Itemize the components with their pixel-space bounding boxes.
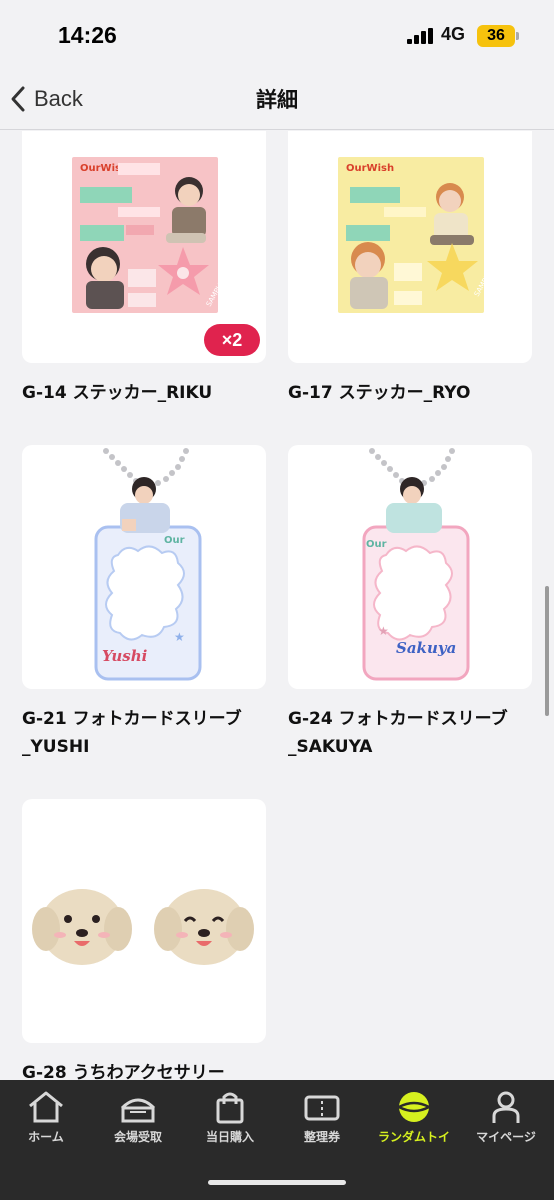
ticket-icon [304, 1095, 340, 1121]
person-icon [492, 1091, 520, 1123]
product-grid: OurWish SAMPLE SAMPLE ×2 G-14 ステッカー_RIKU… [0, 131, 554, 1080]
random-toy-icon [398, 1092, 430, 1122]
battery-nub [516, 32, 519, 40]
tab-label: ホーム [28, 1130, 64, 1144]
product-card[interactable]: Our Sakuya ★ [288, 445, 532, 689]
tab-numbered-ticket[interactable]: 整理券 [276, 1090, 368, 1152]
svg-text:Sakuya: Sakuya [396, 639, 456, 657]
product-name: G-21 フォトカードスリーブ_YUSHI [22, 709, 242, 757]
sticker-sheet-image: OurWish SAMPLE SAMPLE [338, 157, 509, 313]
product-card[interactable] [22, 799, 266, 1043]
network-type: 4G [441, 24, 466, 44]
status-time: 14:26 [58, 22, 117, 48]
page-title: 詳細 [256, 88, 298, 112]
status-bar: 14:26 4G 36 [0, 0, 554, 66]
dog-face-left [32, 889, 132, 965]
product-item-ryo-sticker[interactable]: OurWish SAMPLE SAMPLE G-17 ステッカー_RYO [288, 131, 532, 407]
product-item-sakuya-sleeve[interactable]: Our Sakuya ★ G-24 フォトカードスリーブ_SAKUYA [288, 445, 532, 761]
dog-accessory-image [32, 889, 254, 965]
svg-text:Our: Our [164, 535, 185, 546]
product-item-yushi-sleeve[interactable]: Yushi ★ Our G-21 フォトカードスリーブ_YUSHI [22, 445, 266, 761]
svg-text:OurWish: OurWish [346, 163, 394, 174]
photocard-sleeve-image: Yushi ★ Our [94, 448, 202, 681]
dog-face-right [154, 889, 254, 965]
tab-label: ランダムトイ [377, 1130, 450, 1144]
product-card[interactable]: OurWish SAMPLE SAMPLE ×2 [22, 131, 266, 363]
venue-pickup-icon [120, 1098, 156, 1123]
tab-label: マイページ [476, 1130, 536, 1144]
svg-text:Our: Our [366, 539, 387, 550]
tab-label: 整理券 [303, 1130, 340, 1144]
tab-same-day-purchase[interactable]: 当日購入 [184, 1090, 276, 1152]
product-name: G-14 ステッカー_RIKU [22, 383, 213, 403]
tab-label: 会場受取 [113, 1130, 162, 1144]
product-item-uchiwa-accessory[interactable]: G-28 うちわアクセサリー [22, 799, 266, 1080]
product-name: G-17 ステッカー_RYO [288, 383, 471, 403]
tab-my-page[interactable]: マイページ [460, 1090, 552, 1152]
tab-venue-pickup[interactable]: 会場受取 [92, 1090, 184, 1152]
tab-label: 当日購入 [205, 1130, 254, 1144]
scroll-indicator[interactable] [545, 586, 549, 716]
svg-text:Yushi: Yushi [102, 647, 148, 665]
svg-text:★: ★ [378, 624, 389, 638]
product-name: G-24 フォトカードスリーブ_SAKUYA [288, 709, 508, 757]
navigation-bar: Back 詳細 [0, 66, 554, 130]
svg-text:★: ★ [174, 630, 185, 644]
quantity-badge: ×2 [204, 324, 260, 356]
product-card[interactable]: Yushi ★ Our [22, 445, 266, 689]
product-card[interactable]: OurWish SAMPLE SAMPLE [288, 131, 532, 363]
home-icon [29, 1091, 63, 1123]
cellular-signal-icon [407, 28, 433, 44]
product-item-riku-sticker[interactable]: OurWish SAMPLE SAMPLE ×2 G-14 ステッカー_RIKU [22, 131, 266, 407]
photocard-sleeve-image: Our Sakuya ★ [362, 448, 470, 681]
battery-icon: 36 [477, 25, 515, 47]
home-indicator[interactable] [208, 1180, 346, 1185]
shopping-bag-icon [216, 1092, 244, 1124]
product-name: G-28 うちわアクセサリー [22, 1063, 225, 1080]
tab-home[interactable]: ホーム [0, 1090, 92, 1152]
tab-random-toy[interactable]: ランダムトイ [368, 1090, 460, 1152]
